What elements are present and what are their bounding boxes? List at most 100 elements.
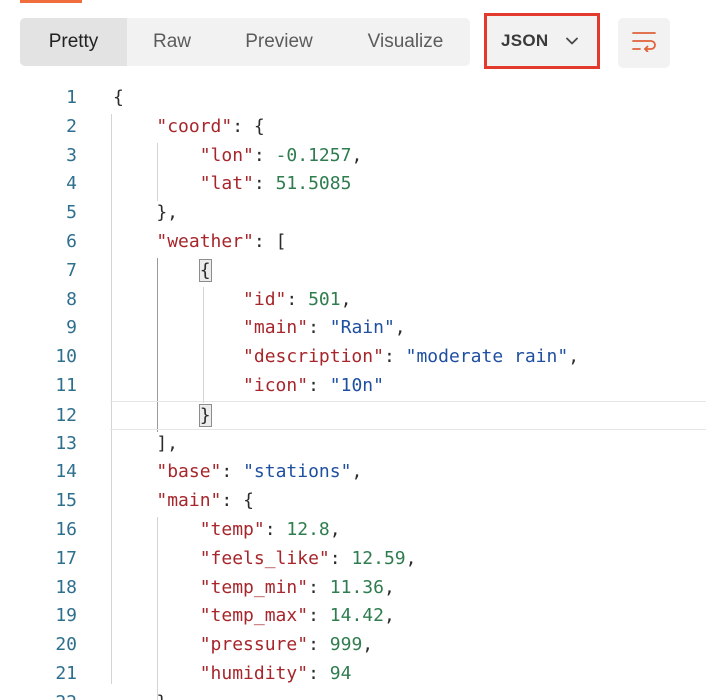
line-number: 4 — [66, 173, 77, 195]
line-number: 20 — [55, 634, 77, 656]
line-number: 6 — [66, 231, 77, 252]
line-number: 1 — [66, 87, 77, 108]
code-line[interactable]: 17 "feels_like": 12.59, — [0, 545, 706, 574]
json-key: "id" — [243, 288, 287, 310]
json-number: 11.36 — [329, 576, 384, 598]
code-line[interactable]: 2 "coord": { — [0, 113, 706, 142]
code-text: "temp_max": 14.42, — [113, 602, 395, 631]
code-text: "description": "moderate rain", — [113, 343, 579, 372]
json-punctuation: ], — [113, 432, 179, 454]
json-punctuation — [113, 634, 200, 655]
code-line[interactable]: 12 } — [55, 400, 706, 430]
code-line[interactable]: 6 "weather": [ — [0, 228, 706, 257]
code-line[interactable]: 15 "main": { — [0, 487, 706, 516]
line-number: 3 — [66, 144, 77, 166]
code-line[interactable]: 3 "lon": -0.1257, — [0, 142, 706, 171]
code-text: "humidity": 94 — [113, 660, 352, 689]
tab-visualize[interactable]: Visualize — [341, 18, 470, 66]
json-punctuation — [113, 605, 200, 626]
line-number: 18 — [55, 576, 77, 598]
json-punctuation: : — [308, 605, 330, 627]
code-text: "icon": "10n" — [113, 372, 384, 401]
code-line[interactable]: 13 ], — [0, 430, 706, 459]
line-number: 10 — [55, 346, 77, 368]
code-line[interactable]: 5 }, — [0, 199, 706, 228]
code-line[interactable]: 20 "pressure": 999, — [0, 631, 706, 660]
json-punctuation — [113, 461, 156, 482]
json-number: 14.42 — [329, 605, 384, 627]
line-number: 7 — [66, 259, 77, 281]
code-line[interactable]: 1{ — [0, 84, 706, 113]
response-viewer: Pretty Raw Preview Visualize JSON 1 {2 … — [0, 0, 706, 700]
code-text: "coord": { — [113, 113, 265, 142]
code-line[interactable]: 7 { — [0, 257, 706, 286]
json-punctuation: : — [308, 576, 330, 598]
json-punctuation — [113, 663, 200, 684]
json-punctuation: : — [308, 634, 330, 656]
json-punctuation: : — [253, 144, 276, 166]
json-punctuation — [113, 260, 200, 281]
json-punctuation: , — [329, 519, 341, 540]
view-mode-toolbar: Pretty Raw Preview Visualize — [20, 18, 470, 66]
json-punctuation — [113, 145, 200, 166]
json-punctuation: : — [329, 547, 352, 569]
code-line[interactable]: 10 "description": "moderate rain", — [0, 343, 706, 372]
code-line[interactable]: 21 "humidity": 94 — [0, 660, 706, 689]
json-key: "feels_like" — [199, 547, 330, 569]
json-punctuation: , — [351, 461, 363, 483]
code-line[interactable]: 11 "icon": "10n" — [0, 372, 706, 401]
code-line[interactable]: 18 "temp_min": 11.36, — [0, 574, 706, 603]
json-punctuation: : — [383, 346, 406, 368]
json-number: 501 — [308, 288, 341, 310]
code-line[interactable]: 4 "lat": 51.5085 — [0, 170, 706, 199]
json-number: -0.1257 — [275, 144, 352, 166]
json-number: 12.59 — [351, 547, 406, 569]
line-number: 9 — [66, 317, 77, 339]
code-editor[interactable]: 1{2 "coord": {3 "lon": -0.1257, 4 "lat": … — [0, 84, 706, 700]
json-string: "stations" — [243, 461, 352, 483]
json-punctuation: : — [264, 519, 287, 540]
json-key: "main" — [243, 317, 309, 339]
json-punctuation: , — [383, 576, 395, 598]
json-punctuation: { — [113, 87, 124, 108]
json-string: "moderate rain" — [405, 346, 569, 368]
json-punctuation: : { — [232, 115, 265, 137]
code-line[interactable]: 19 "temp_max": 14.42, — [0, 602, 706, 631]
line-number: 5 — [66, 202, 77, 224]
json-punctuation: : — [308, 317, 330, 339]
json-number: 12.8 — [286, 519, 330, 540]
json-key: "description" — [243, 346, 384, 368]
json-punctuation: , — [351, 144, 363, 166]
json-punctuation: , — [383, 605, 395, 627]
json-punctuation — [113, 405, 200, 426]
wrap-lines-button[interactable] — [618, 18, 670, 68]
json-punctuation — [113, 317, 243, 338]
json-punctuation: }, — [113, 692, 178, 700]
tab-raw[interactable]: Raw — [127, 18, 217, 66]
line-number: 17 — [55, 547, 77, 569]
json-punctuation: , — [394, 317, 406, 339]
json-punctuation — [113, 548, 200, 569]
format-dropdown[interactable]: JSON — [484, 13, 600, 69]
code-text: "feels_like": 12.59, — [113, 545, 417, 574]
code-line[interactable]: 9 "main": "Rain", — [0, 314, 706, 343]
code-line[interactable]: 16 "temp": 12.8, — [0, 516, 706, 545]
line-number: 2 — [66, 115, 77, 137]
tab-preview[interactable]: Preview — [217, 18, 341, 66]
json-punctuation: , — [340, 288, 352, 310]
json-punctuation: : [ — [253, 231, 287, 252]
code-line[interactable]: 8 "id": 501, — [0, 286, 706, 315]
json-key: "temp_min" — [199, 576, 309, 598]
matched-bracket: } — [198, 403, 212, 427]
json-punctuation — [113, 346, 243, 367]
json-punctuation — [113, 577, 200, 598]
code-text: "base": "stations", — [113, 458, 362, 487]
line-number: 14 — [55, 461, 77, 483]
code-line[interactable]: 14 "base": "stations", — [0, 458, 706, 487]
code-text: "pressure": 999, — [113, 631, 373, 660]
json-punctuation: : — [253, 173, 276, 195]
tab-pretty[interactable]: Pretty — [20, 18, 127, 66]
code-line[interactable]: 22 }, — [0, 689, 706, 700]
json-key: "main" — [156, 490, 222, 512]
json-punctuation: , — [568, 346, 580, 368]
